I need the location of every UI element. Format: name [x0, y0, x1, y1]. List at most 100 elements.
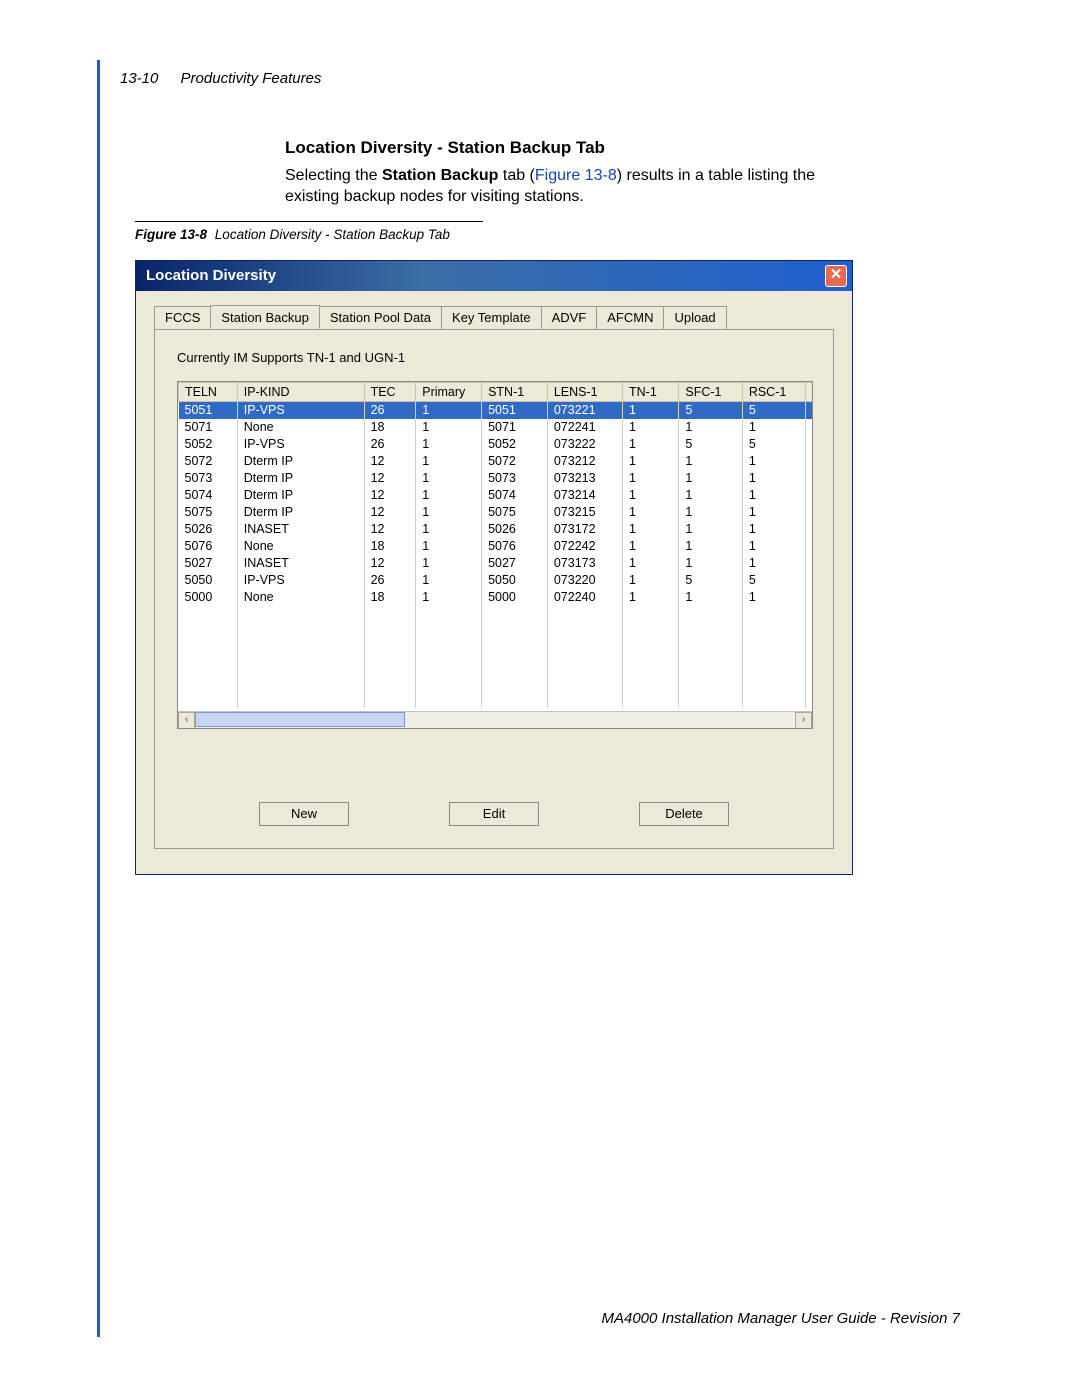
cell-ipkind: INASET	[237, 521, 364, 538]
cell-tec: 12	[364, 453, 416, 470]
close-icon: ✕	[830, 266, 843, 283]
cell-lens1: 073221	[547, 402, 622, 419]
column-header-tn1[interactable]: TN-1	[623, 383, 679, 402]
table-row[interactable]: 5027INASET12150270731731112	[179, 555, 814, 572]
cell-stn1: 5071	[482, 419, 548, 436]
cell-lens1: 073222	[547, 436, 622, 453]
cell-rsc1: 1	[742, 487, 805, 504]
column-header-ipkind[interactable]: IP-KIND	[237, 383, 364, 402]
cell-primary: 1	[416, 436, 482, 453]
column-header-teln[interactable]: TELN	[179, 383, 238, 402]
tab-station-backup[interactable]: Station Backup	[210, 305, 319, 329]
cell-seco	[806, 589, 813, 606]
tab-station-pool-data[interactable]: Station Pool Data	[319, 306, 442, 330]
cell-rsc1: 1	[742, 555, 805, 572]
cell-lens1: 073172	[547, 521, 622, 538]
dialog-title: Location Diversity	[146, 267, 276, 284]
edit-button[interactable]: Edit	[449, 802, 539, 826]
cell-lens1: 073215	[547, 504, 622, 521]
figure-caption: Figure 13-8 Location Diversity - Station…	[135, 227, 450, 242]
cell-tn1: 1	[623, 487, 679, 504]
cell-rsc1: 1	[742, 470, 805, 487]
table-row-empty[interactable]	[179, 606, 814, 623]
cell-seco: 2	[806, 453, 813, 470]
table-row-empty[interactable]	[179, 640, 814, 657]
figure-reference-link[interactable]: Figure 13-8	[535, 167, 617, 184]
scroll-thumb[interactable]	[195, 712, 405, 727]
table-row[interactable]: 5051IP-VPS26150510732211552	[179, 402, 814, 419]
column-header-tec[interactable]: TEC	[364, 383, 416, 402]
column-header-lens1[interactable]: LENS-1	[547, 383, 622, 402]
table-row[interactable]: 5075Dterm IP12150750732151112	[179, 504, 814, 521]
cell-tn1: 1	[623, 504, 679, 521]
cell-stn1: 5076	[482, 538, 548, 555]
new-button[interactable]: New	[259, 802, 349, 826]
cell-teln: 5071	[179, 419, 238, 436]
body-text-pre: Selecting the	[285, 167, 382, 184]
table-row-empty[interactable]	[179, 623, 814, 640]
delete-button[interactable]: Delete	[639, 802, 729, 826]
cell-tn1: 1	[623, 436, 679, 453]
cell-primary: 1	[416, 521, 482, 538]
cell-teln: 5075	[179, 504, 238, 521]
column-header-sfc1[interactable]: SFC-1	[679, 383, 742, 402]
cell-seco	[806, 419, 813, 436]
tab-advf[interactable]: ADVF	[541, 306, 598, 330]
tab-upload[interactable]: Upload	[663, 306, 726, 330]
cell-lens1: 073214	[547, 487, 622, 504]
cell-tec: 26	[364, 436, 416, 453]
cell-teln: 5076	[179, 538, 238, 555]
cell-teln: 5074	[179, 487, 238, 504]
tab-strip: FCCSStation BackupStation Pool DataKey T…	[154, 305, 834, 329]
table-row-empty[interactable]	[179, 674, 814, 691]
scroll-track[interactable]	[195, 712, 795, 728]
table-row[interactable]: 5073Dterm IP12150730732131112	[179, 470, 814, 487]
cell-stn1: 5000	[482, 589, 548, 606]
tab-afcmn[interactable]: AFCMN	[596, 306, 664, 330]
close-button[interactable]: ✕	[825, 265, 847, 287]
station-grid[interactable]: TELNIP-KINDTECPrimarySTN-1LENS-1TN-1SFC-…	[177, 381, 813, 729]
tab-fccs[interactable]: FCCS	[154, 306, 211, 330]
dialog-titlebar[interactable]: Location Diversity ✕	[136, 261, 852, 291]
cell-rsc1: 1	[742, 419, 805, 436]
cell-ipkind: None	[237, 538, 364, 555]
table-row[interactable]: 5000None1815000072240111	[179, 589, 814, 606]
table-row[interactable]: 5076None1815076072242111	[179, 538, 814, 555]
column-header-stn1[interactable]: STN-1	[482, 383, 548, 402]
table-row[interactable]: 5074Dterm IP12150740732141112	[179, 487, 814, 504]
cell-tec: 12	[364, 521, 416, 538]
cell-stn1: 5075	[482, 504, 548, 521]
cell-primary: 1	[416, 419, 482, 436]
cell-lens1: 072241	[547, 419, 622, 436]
cell-stn1: 5027	[482, 555, 548, 572]
cell-stn1: 5074	[482, 487, 548, 504]
chapter-title: Productivity Features	[181, 70, 322, 87]
table-row[interactable]: 5026INASET12150260731721112	[179, 521, 814, 538]
page-header: 13-10 Productivity Features	[120, 70, 321, 87]
cell-lens1: 073213	[547, 470, 622, 487]
cell-tn1: 1	[623, 419, 679, 436]
cell-seco: 2	[806, 521, 813, 538]
cell-rsc1: 5	[742, 572, 805, 589]
table-row-empty[interactable]	[179, 691, 814, 708]
body-paragraph: Selecting the Station Backup tab (Figure…	[285, 166, 845, 208]
column-header-seco[interactable]: Seco	[806, 383, 813, 402]
cell-teln: 5000	[179, 589, 238, 606]
table-row[interactable]: 5050IP-VPS26150500732201552	[179, 572, 814, 589]
section-heading: Location Diversity - Station Backup Tab	[285, 138, 605, 158]
cell-tn1: 1	[623, 521, 679, 538]
column-header-rsc1[interactable]: RSC-1	[742, 383, 805, 402]
cell-stn1: 5051	[482, 402, 548, 419]
table-row[interactable]: 5052IP-VPS26150520732221552	[179, 436, 814, 453]
horizontal-scrollbar[interactable]: ‹ ›	[178, 711, 812, 728]
cell-primary: 1	[416, 589, 482, 606]
cell-seco: 2	[806, 436, 813, 453]
column-header-primary[interactable]: Primary	[416, 383, 482, 402]
table-row[interactable]: 5072Dterm IP12150720732121112	[179, 453, 814, 470]
table-row[interactable]: 5071None1815071072241111	[179, 419, 814, 436]
tab-key-template[interactable]: Key Template	[441, 306, 542, 330]
scroll-left-button[interactable]: ‹	[178, 712, 195, 729]
cell-stn1: 5050	[482, 572, 548, 589]
scroll-right-button[interactable]: ›	[795, 712, 812, 729]
table-row-empty[interactable]	[179, 657, 814, 674]
